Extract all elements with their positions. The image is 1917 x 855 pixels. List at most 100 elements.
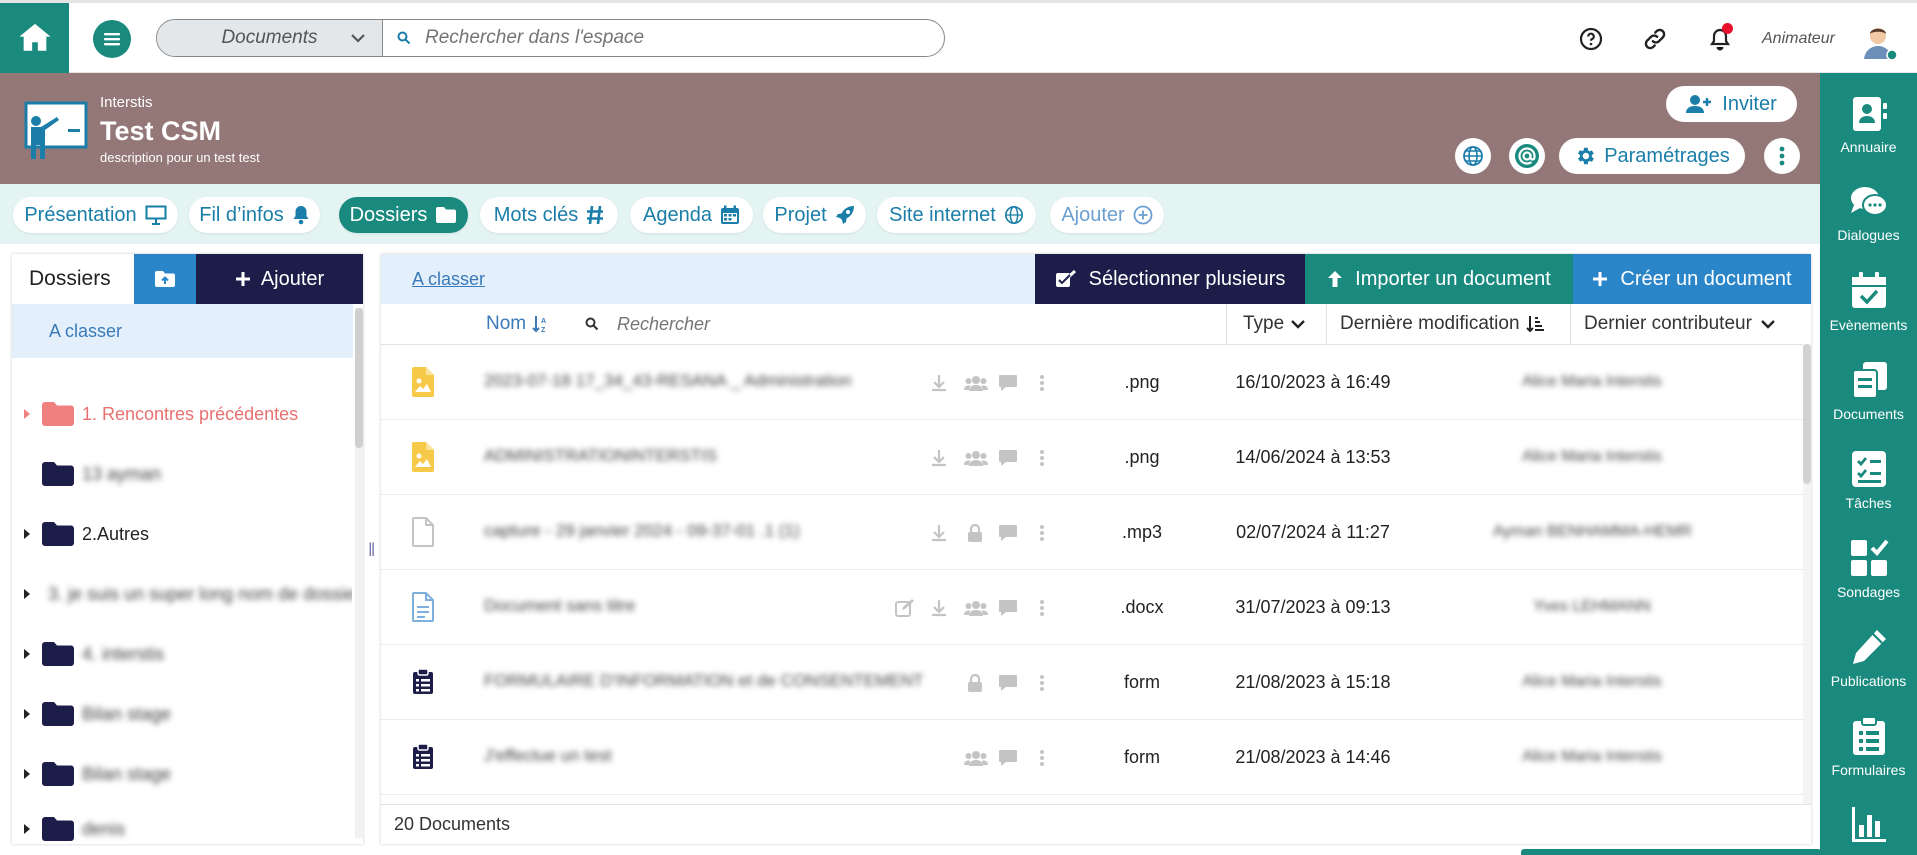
upload-folder-button[interactable] (134, 254, 196, 304)
comment-icon[interactable] (998, 373, 1018, 393)
download-icon[interactable] (929, 523, 949, 543)
edit-icon[interactable] (895, 598, 915, 618)
document-name[interactable]: Document sans titre (484, 596, 635, 616)
tab-site-internet[interactable]: Site internet (877, 197, 1036, 233)
create-document-button[interactable]: Créer un document (1573, 254, 1811, 304)
tab-mots-cles[interactable]: Mots clés (480, 197, 618, 233)
search-scope-select[interactable]: Documents (157, 20, 383, 56)
tab-projet[interactable]: Projet (763, 197, 866, 233)
avatar[interactable] (1858, 21, 1898, 61)
download-icon[interactable] (929, 373, 949, 393)
download-icon[interactable] (929, 598, 949, 618)
form-icon (410, 741, 436, 773)
nav-taches[interactable]: Tâches (1820, 449, 1917, 511)
column-type-sort[interactable]: Type (1243, 304, 1306, 344)
caret-right-icon[interactable] (23, 409, 33, 419)
document-name[interactable]: J'effectue un test (484, 746, 612, 766)
tab-fil-infos[interactable]: Fil d’infos (189, 197, 320, 233)
vertical-dots-icon[interactable] (1032, 748, 1052, 768)
documents-count: 20 Documents (381, 804, 1811, 844)
vertical-dots-icon[interactable] (1032, 448, 1052, 468)
table-row[interactable]: J'effectue un test form 21/08/2023 à 14:… (381, 720, 1803, 795)
caret-right-icon[interactable] (23, 709, 33, 719)
help-button[interactable] (1577, 25, 1605, 53)
download-icon[interactable] (929, 448, 949, 468)
lock-icon[interactable] (965, 523, 985, 543)
invite-button[interactable]: Inviter (1666, 86, 1797, 122)
comment-icon[interactable] (998, 748, 1018, 768)
column-contributor-sort[interactable]: Dernier contributeur (1584, 304, 1776, 344)
tab-dossiers[interactable]: Dossiers (339, 197, 468, 233)
vertical-dots-icon[interactable] (1032, 373, 1052, 393)
table-row[interactable]: ADMINISTRATIONINTERSTIS .png 14/06/2024 … (381, 420, 1803, 495)
nav-sondages[interactable]: Sondages (1820, 538, 1917, 600)
vertical-dots-icon[interactable] (1032, 523, 1052, 543)
folders-scrollbar-thumb[interactable] (355, 308, 363, 448)
menu-button[interactable] (93, 20, 131, 58)
add-folder-button[interactable]: Ajouter (196, 254, 363, 304)
document-name[interactable]: 2023-07-18 17_34_43-RESANA _ Administrat… (484, 371, 852, 391)
documents-scrollbar-thumb[interactable] (1803, 344, 1811, 484)
home-button[interactable] (0, 3, 69, 73)
table-row[interactable]: FORMULAIRE D'INFORMATION et de CONSENTEM… (381, 645, 1803, 720)
column-modified-sort[interactable]: Dernière modification (1340, 304, 1544, 344)
nav-statistics[interactable] (1820, 803, 1917, 849)
folder-item[interactable]: 3. je suis un super long nom de dossier (12, 574, 352, 614)
caret-right-icon[interactable] (23, 529, 33, 539)
table-row[interactable]: 2023-07-18 17_34_43-RESANA _ Administrat… (381, 345, 1803, 420)
nav-publications[interactable]: Publications (1820, 627, 1917, 689)
tab-agenda[interactable]: Agenda (630, 197, 753, 233)
document-name[interactable]: FORMULAIRE D'INFORMATION et de CONSENTEM… (484, 671, 923, 691)
folder-current[interactable]: A classer (12, 304, 353, 358)
settings-button[interactable]: Paramétrages (1559, 138, 1745, 174)
folder-item[interactable]: Bilan stage (12, 754, 352, 794)
tab-ajouter[interactable]: Ajouter (1050, 197, 1164, 233)
column-name-sort[interactable]: Nom AZ (486, 304, 550, 344)
caret-right-icon[interactable] (23, 824, 33, 834)
link-button[interactable] (1641, 25, 1669, 53)
folder-item[interactable]: 13 ayman (12, 454, 352, 494)
more-options-button[interactable] (1764, 138, 1800, 174)
breadcrumb[interactable]: A classer (381, 254, 1035, 304)
nav-formulaires[interactable]: Formulaires (1820, 716, 1917, 778)
nav-evenements[interactable]: Evènements (1820, 271, 1917, 333)
caret-right-icon[interactable] (23, 769, 33, 779)
nav-dialogues[interactable]: Dialogues (1820, 183, 1917, 243)
nav-annuaire[interactable]: Annuaire (1820, 95, 1917, 155)
comment-icon[interactable] (998, 673, 1018, 693)
folder-item[interactable]: denis (12, 814, 352, 844)
folder-item[interactable]: Bilan stage (12, 694, 352, 734)
space-title: Test CSM (100, 116, 222, 146)
vertical-dots-icon[interactable] (1032, 598, 1052, 618)
caret-right-icon[interactable] (23, 649, 33, 659)
document-name[interactable]: capture - 29 janvier 2024 - 09-37-01 .1 … (484, 521, 800, 541)
select-multiple-button[interactable]: Sélectionner plusieurs (1035, 254, 1305, 304)
folder-item[interactable]: 4. interstis (12, 634, 352, 674)
comment-icon[interactable] (998, 448, 1018, 468)
table-row[interactable]: capture - 29 janvier 2024 - 09-37-01 .1 … (381, 495, 1803, 570)
search-input[interactable] (425, 27, 925, 49)
caret-right-icon[interactable] (23, 589, 31, 599)
users-icon[interactable] (963, 373, 989, 393)
column-search (585, 304, 817, 344)
lock-icon[interactable] (965, 673, 985, 693)
folder-item[interactable]: 1. Rencontres précédentes (12, 394, 352, 434)
notifications-button[interactable] (1706, 23, 1734, 53)
panel-resize-handle[interactable]: ‖ (368, 540, 375, 561)
folder-current-label: A classer (49, 320, 123, 341)
nav-documents[interactable]: Documents (1820, 360, 1917, 422)
mention-button[interactable] (1509, 138, 1545, 174)
table-row[interactable]: Document sans titre .docx 31/07/2023 à 0… (381, 570, 1803, 645)
tab-presentation[interactable]: Présentation (13, 197, 178, 233)
import-document-button[interactable]: Importer un document (1305, 254, 1573, 304)
comment-icon[interactable] (998, 523, 1018, 543)
document-name[interactable]: ADMINISTRATIONINTERSTIS (484, 446, 717, 466)
users-icon[interactable] (963, 598, 989, 618)
document-search-input[interactable] (617, 313, 817, 335)
users-icon[interactable] (963, 448, 989, 468)
folder-item[interactable]: 2.Autres (12, 514, 352, 554)
users-icon[interactable] (963, 748, 989, 768)
public-site-button[interactable] (1455, 138, 1491, 174)
vertical-dots-icon[interactable] (1032, 673, 1052, 693)
comment-icon[interactable] (998, 598, 1018, 618)
